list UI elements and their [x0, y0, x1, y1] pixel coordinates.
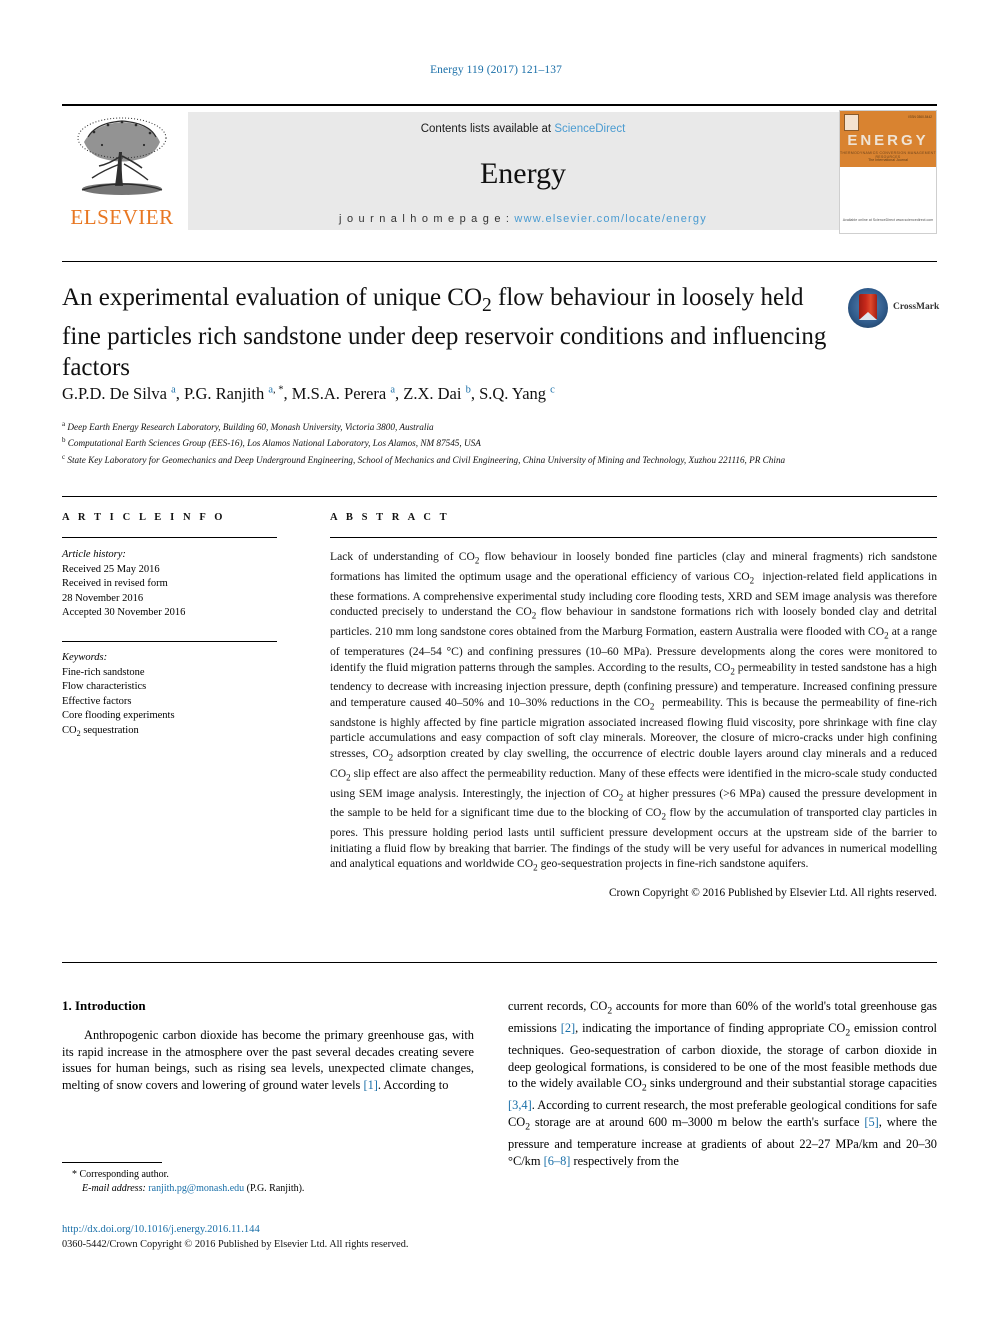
citation-ref[interactable]: [1] [363, 1078, 377, 1092]
footnote-block: * Corresponding author. E-mail address: … [62, 1168, 482, 1196]
corresponding-marker: * [72, 1169, 77, 1180]
article-info-heading: A R T I C L E I N F O [62, 512, 226, 523]
sciencedirect-link[interactable]: ScienceDirect [554, 123, 625, 135]
abstract-bottom-divider [62, 962, 937, 963]
abstract-column: A B S T R A C T Lack of understanding of… [330, 512, 937, 899]
affiliation-b-text: Computational Earth Sciences Group (EES-… [67, 438, 481, 449]
journal-cover-thumbnail: ISSN 0360-5442 ENERGY THERMODYNAMICS CON… [839, 110, 937, 234]
keyword-item: Effective factors [62, 695, 132, 707]
issn-copyright-line: 0360-5442/Crown Copyright © 2016 Publish… [62, 1239, 409, 1250]
cover-header: ISSN 0360-5442 ENERGY THERMODYNAMICS CON… [840, 111, 936, 167]
section-heading-introduction: 1. Introduction [62, 998, 146, 1013]
footnote-divider [62, 1162, 162, 1163]
cover-issn: ISSN 0360-5442 [908, 115, 932, 119]
history-item: Accepted 30 November 2016 [62, 607, 186, 619]
keywords-divider [62, 640, 277, 642]
history-item: Received 25 May 2016 [62, 563, 160, 575]
affiliation-a: a Deep Earth Energy Research Laboratory,… [62, 420, 434, 433]
abstract-copyright: Crown Copyright © 2016 Published by Else… [608, 887, 937, 900]
doi-block: http://dx.doi.org/10.1016/j.energy.2016.… [62, 1222, 492, 1252]
running-head: Energy 119 (2017) 121–137 [430, 64, 562, 76]
elsevier-logo: ELSEVIER [64, 112, 180, 230]
journal-banner: Contents lists available at ScienceDirec… [188, 112, 858, 230]
affiliation-c-text: State Key Laboratory for Geomechanics an… [67, 454, 786, 465]
keyword-item: CO2 sequestration [62, 724, 139, 739]
citation-ref[interactable]: [5] [864, 1115, 878, 1129]
abstract-top-divider [62, 496, 937, 497]
crossmark-notch-icon [859, 312, 877, 320]
email-owner: (P.G. Ranjith). [246, 1183, 305, 1194]
journal-masthead: ELSEVIER Contents lists available at Sci… [62, 104, 937, 234]
homepage-label: j o u r n a l h o m e p a g e : [339, 213, 515, 225]
elsevier-tree-icon [77, 117, 167, 195]
crossmark-badge[interactable]: CrossMark [848, 288, 940, 330]
intro-paragraph-right: current records, CO2 accounts for more t… [508, 999, 937, 1168]
cover-elsevier-mark [844, 114, 859, 131]
cover-footer: Available online at ScienceDirect www.sc… [842, 217, 934, 222]
article-info-divider [62, 537, 277, 538]
history-item: Received in revised form [62, 578, 168, 590]
elsevier-wordmark: ELSEVIER [70, 205, 174, 229]
email-link[interactable]: ranjith.pg@monash.edu [148, 1183, 244, 1194]
history-item: 28 November 2016 [62, 592, 144, 604]
affiliation-c: c State Key Laboratory for Geomechanics … [62, 452, 786, 465]
abstract-divider [330, 537, 937, 538]
affiliation-list: a Deep Earth Energy Research Laboratory,… [62, 418, 932, 467]
title-divider [62, 261, 937, 262]
doi-link[interactable]: http://dx.doi.org/10.1016/j.energy.2016.… [62, 1222, 492, 1237]
homepage-url[interactable]: www.elsevier.com/locate/energy [514, 213, 707, 225]
cover-tagline: The International Journal [868, 158, 908, 162]
article-history-label: Article history: [62, 549, 126, 560]
page-title: An experimental evaluation of unique CO2… [62, 284, 827, 381]
abstract-heading: A B S T R A C T [330, 512, 450, 523]
crossmark-label: CrossMark [893, 302, 940, 312]
keyword-item: Flow characteristics [62, 681, 147, 693]
body-column-right: current records, CO2 accounts for more t… [508, 998, 937, 1169]
contents-line: Contents lists available at ScienceDirec… [188, 123, 858, 135]
crossmark-circle-icon [848, 288, 888, 328]
citation-ref[interactable]: [2] [561, 1021, 575, 1035]
keyword-item: Core flooding experiments [62, 710, 175, 722]
citation-ref[interactable]: [6–8] [544, 1154, 571, 1168]
email-label: E-mail address: [82, 1183, 146, 1194]
corresponding-author-note: * Corresponding author. [62, 1168, 482, 1182]
affiliation-b: b Computational Earth Sciences Group (EE… [62, 436, 481, 449]
affiliation-a-text: Deep Earth Energy Research Laboratory, B… [67, 422, 434, 433]
journal-article-page: Energy 119 (2017) 121–137 ELSEVIER Conte… [0, 0, 992, 1323]
contents-prefix: Contents lists available at [420, 123, 555, 135]
abstract-text: Lack of understanding of CO2 flow behavi… [330, 550, 938, 873]
intro-paragraph-left: Anthropogenic carbon dioxide has become … [62, 1028, 474, 1092]
cover-brand: ENERGY [847, 132, 929, 149]
citation-ref[interactable]: [3,4] [508, 1098, 532, 1112]
keywords-label: Keywords: [62, 651, 108, 663]
journal-title: Energy [479, 157, 567, 190]
article-info-column: A R T I C L E I N F O Article history: R… [62, 512, 277, 742]
body-column-left: 1. Introduction Anthropogenic carbon dio… [62, 998, 474, 1093]
keywords-list: Keywords: Fine-rich sandstone Flow chara… [62, 651, 277, 742]
email-note: E-mail address: ranjith.pg@monash.edu (P… [62, 1182, 482, 1196]
cover-body: Available online at ScienceDirect www.sc… [840, 167, 936, 231]
article-history: Article history: Received 25 May 2016 Re… [62, 548, 277, 621]
corresponding-label: Corresponding author. [79, 1169, 169, 1180]
keyword-item: Fine-rich sandstone [62, 666, 145, 678]
journal-homepage-line: j o u r n a l h o m e p a g e : www.else… [188, 213, 858, 225]
author-list: G.P.D. De Silva a, P.G. Ranjith a, *, M.… [62, 384, 555, 403]
